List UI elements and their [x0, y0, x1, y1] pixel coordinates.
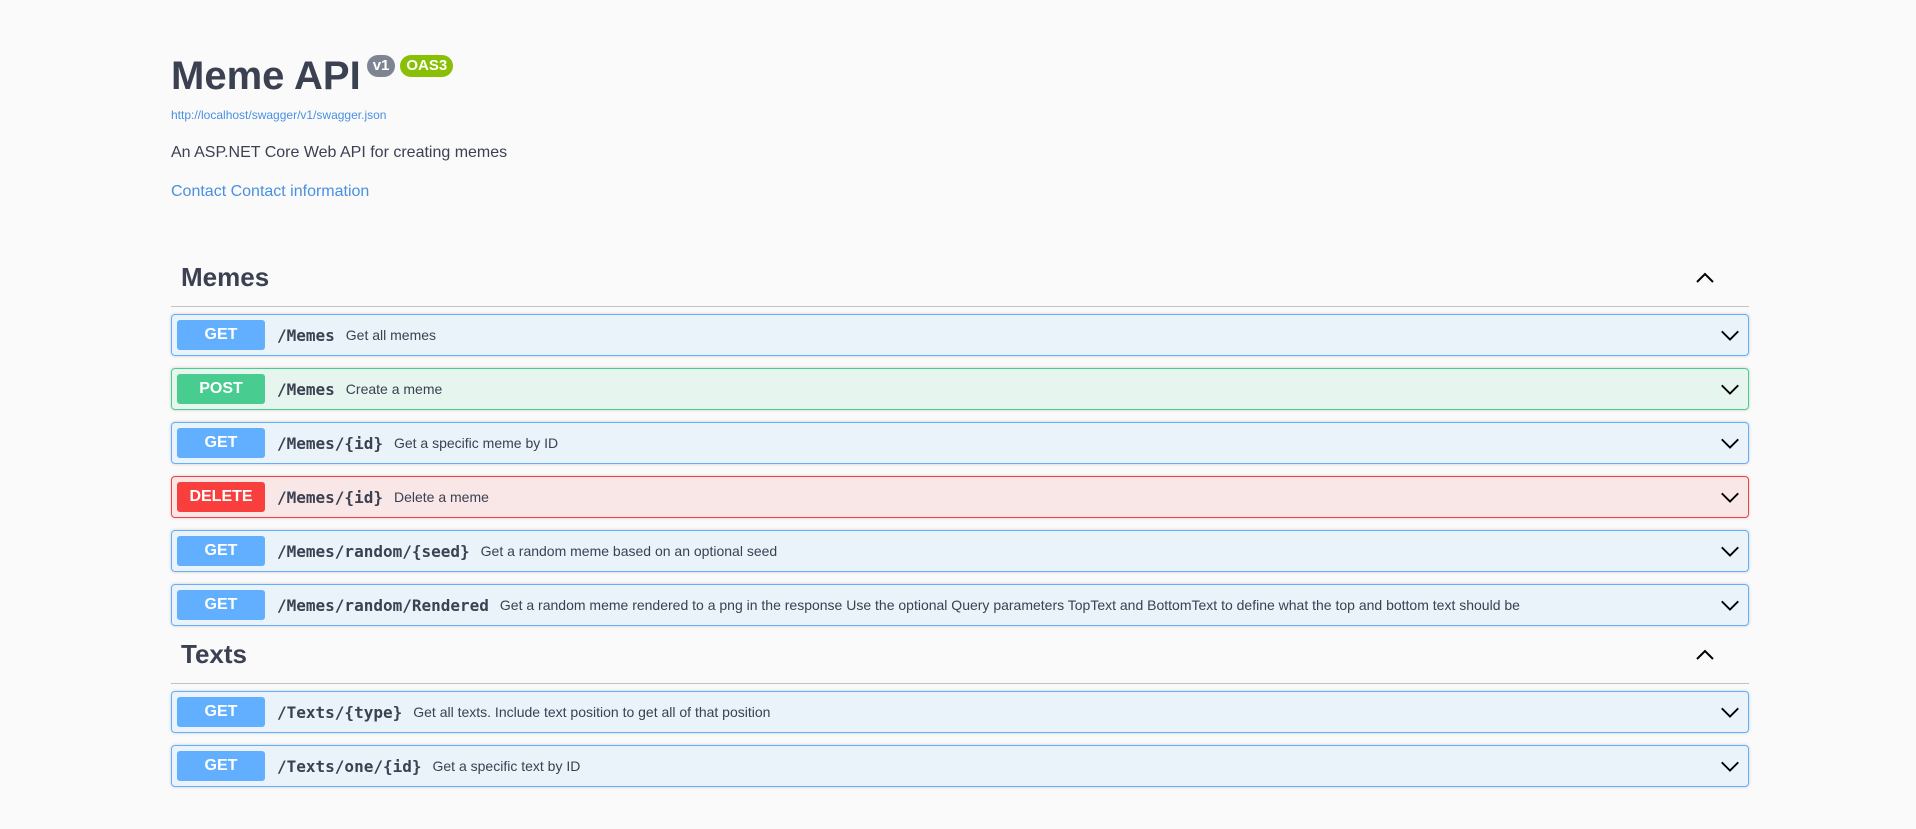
chevron-down-icon[interactable]: [1719, 486, 1741, 508]
method-badge: GET: [177, 536, 265, 566]
operation-row[interactable]: GET/Texts/one/{id} Get a specific text by…: [171, 745, 1749, 787]
chevron-down-icon[interactable]: [1719, 755, 1741, 777]
chevron-down-icon[interactable]: [1719, 701, 1741, 723]
endpoint-summary: Get all memes: [345, 327, 437, 343]
operation-row[interactable]: GET/Memes/random/Rendered Get a random me…: [171, 584, 1749, 626]
endpoint-summary: Create a meme: [345, 381, 443, 397]
tag-title: Texts: [181, 639, 247, 669]
tag-header[interactable]: Memes: [171, 249, 1749, 307]
tag-section-texts: Texts GET/Texts/{type} Get all texts. Incl…: [171, 626, 1749, 787]
endpoint-path: /Memes/{id}: [277, 487, 383, 507]
title-row: Meme API v1 OAS3: [171, 52, 1749, 100]
endpoint-path: /Memes/random/{seed}: [277, 541, 470, 561]
chevron-down-icon[interactable]: [1719, 594, 1741, 616]
tag-header[interactable]: Texts: [171, 626, 1749, 684]
oas-badge: OAS3: [400, 55, 454, 77]
method-badge: GET: [177, 590, 265, 620]
swagger-ui: Meme API v1 OAS3 http://localhost/swagge…: [171, 0, 1749, 799]
method-badge: GET: [177, 751, 265, 781]
endpoint-summary: Get all texts. Include text position to …: [413, 704, 771, 720]
method-badge: POST: [177, 374, 265, 404]
endpoint-path: /Memes/random/Rendered: [277, 595, 489, 615]
endpoint-path: /Memes: [277, 379, 335, 399]
api-title: Meme API: [171, 54, 361, 98]
endpoint-summary: Get a random meme based on an optional s…: [480, 543, 778, 559]
method-badge: DELETE: [177, 482, 265, 512]
chevron-down-icon[interactable]: [1719, 378, 1741, 400]
operation-row[interactable]: GET/Texts/{type} Get all texts. Include t…: [171, 691, 1749, 733]
endpoint-path: /Memes/{id}: [277, 433, 383, 453]
tag-section-memes: Memes GET/Memes Get all memes POST/Memes Cre…: [171, 249, 1749, 626]
chevron-up-icon[interactable]: [1693, 643, 1717, 667]
api-info: Meme API v1 OAS3 http://localhost/swagge…: [171, 0, 1749, 201]
endpoint-path: /Memes: [277, 325, 335, 345]
endpoint-path: /Texts/{type}: [277, 702, 403, 722]
version-badge: v1: [366, 55, 396, 77]
operation-row[interactable]: DELETE/Memes/{id} Delete a meme: [171, 476, 1749, 518]
method-badge: GET: [177, 428, 265, 458]
tag-title: Memes: [181, 262, 270, 292]
operation-row[interactable]: GET/Memes/{id} Get a specific meme by ID: [171, 422, 1749, 464]
endpoint-summary: Delete a meme: [393, 489, 489, 505]
operation-row[interactable]: GET/Memes/random/{seed} Get a random meme…: [171, 530, 1749, 572]
endpoint-path: /Texts/one/{id}: [277, 756, 422, 776]
endpoint-summary: Get a specific text by ID: [432, 758, 581, 774]
method-badge: GET: [177, 320, 265, 350]
chevron-down-icon[interactable]: [1719, 540, 1741, 562]
contact-link[interactable]: Contact Contact information: [171, 183, 1749, 201]
endpoint-summary: Get a specific meme by ID: [393, 435, 559, 451]
operation-row[interactable]: GET/Memes Get all memes: [171, 314, 1749, 356]
tag-sections: Memes GET/Memes Get all memes POST/Memes Cre…: [171, 249, 1749, 787]
method-badge: GET: [177, 697, 265, 727]
spec-url-link[interactable]: http://localhost/swagger/v1/swagger.json: [171, 108, 1749, 122]
endpoint-summary: Get a random meme rendered to a png in t…: [499, 597, 1520, 613]
api-description: An ASP.NET Core Web API for creating mem…: [171, 144, 508, 161]
chevron-down-icon[interactable]: [1719, 432, 1741, 454]
chevron-up-icon[interactable]: [1693, 266, 1717, 290]
chevron-down-icon[interactable]: [1719, 324, 1741, 346]
operation-row[interactable]: POST/Memes Create a meme: [171, 368, 1749, 410]
